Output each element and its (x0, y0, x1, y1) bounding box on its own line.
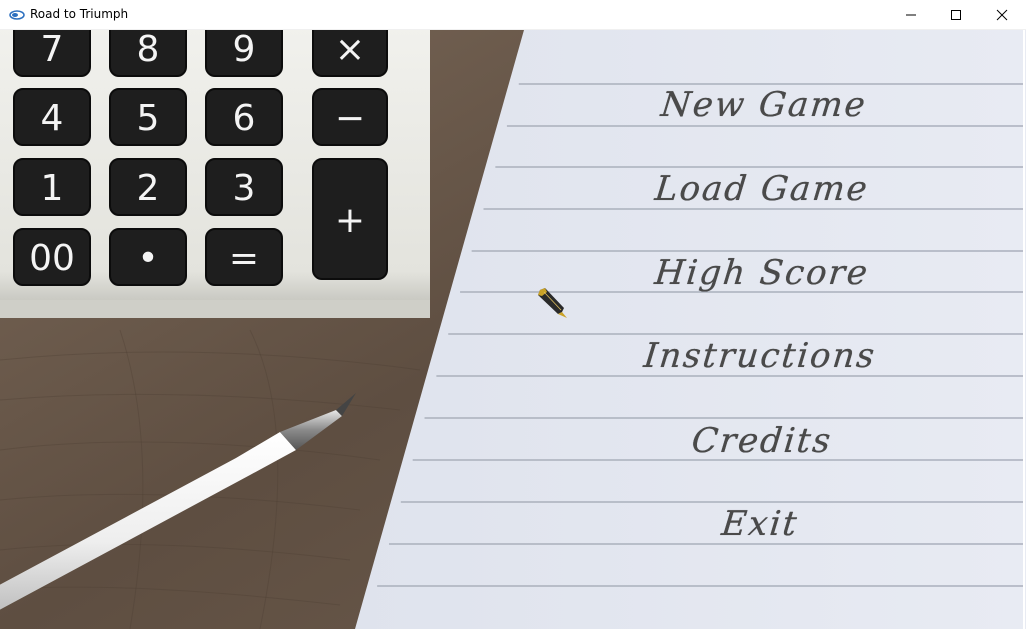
app-icon (9, 10, 25, 20)
calculator-key-label: = (229, 238, 259, 279)
maximize-button[interactable] (933, 0, 979, 30)
exit-button[interactable]: Exit (558, 504, 962, 544)
close-icon (996, 9, 1008, 21)
title-bar[interactable]: Road to Triumph (0, 0, 1026, 30)
calculator-key-label: 8 (137, 30, 160, 70)
calculator-key-label: 00 (29, 238, 75, 279)
calculator-key-label: 2 (137, 168, 160, 209)
window-title: Road to Triumph (30, 7, 129, 21)
instructions-button[interactable]: Instructions (558, 336, 962, 376)
fountain-pen-icon (538, 288, 567, 318)
maximize-icon (951, 10, 961, 20)
calculator-key-label: − (335, 98, 365, 139)
calculator-key-label: 1 (41, 168, 64, 209)
calculator-key-label: • (137, 238, 158, 279)
calculator-key-label: 7 (41, 30, 64, 70)
calculator-key-label: 5 (137, 98, 160, 139)
load-game-button[interactable]: Load Game (560, 169, 964, 209)
close-button[interactable] (979, 0, 1025, 30)
calculator-key-label: + (335, 200, 365, 241)
high-score-button[interactable]: High Score (560, 253, 964, 293)
main-menu-scene: 7 8 9 × 4 5 6 − 1 2 3 +00 • = New Game Load Game High… (0, 30, 1026, 629)
minimize-icon (906, 14, 916, 16)
new-game-button[interactable]: New Game (562, 85, 966, 125)
credits-button[interactable]: Credits (560, 421, 964, 461)
calculator-key-label: 6 (233, 98, 256, 139)
calculator-key-label: 4 (41, 98, 64, 139)
minimize-button[interactable] (888, 0, 934, 30)
calculator-key-label: 9 (233, 30, 256, 70)
calculator-key-label: 3 (233, 168, 256, 209)
calculator-key-label: × (335, 30, 365, 70)
